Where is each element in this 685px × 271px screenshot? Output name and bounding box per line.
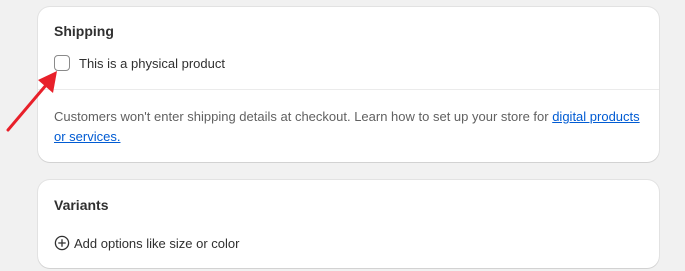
page: Shipping This is a physical product Cust… <box>0 0 685 271</box>
variants-card: Variants Add options like size or color <box>38 180 659 268</box>
physical-product-checkbox-row[interactable]: This is a physical product <box>54 55 225 71</box>
shipping-card: Shipping This is a physical product Cust… <box>38 7 659 162</box>
divider <box>38 89 659 90</box>
variants-title: Variants <box>54 197 109 213</box>
add-options-button[interactable]: Add options like size or color <box>54 235 239 251</box>
physical-product-checkbox[interactable] <box>54 55 70 71</box>
shipping-info-message: Customers won't enter shipping details a… <box>54 109 553 124</box>
shipping-info-text: Customers won't enter shipping details a… <box>54 107 644 147</box>
add-options-label: Add options like size or color <box>74 235 240 251</box>
shipping-title: Shipping <box>54 23 114 39</box>
plus-circle-icon <box>54 235 70 251</box>
physical-product-label: This is a physical product <box>79 55 225 71</box>
